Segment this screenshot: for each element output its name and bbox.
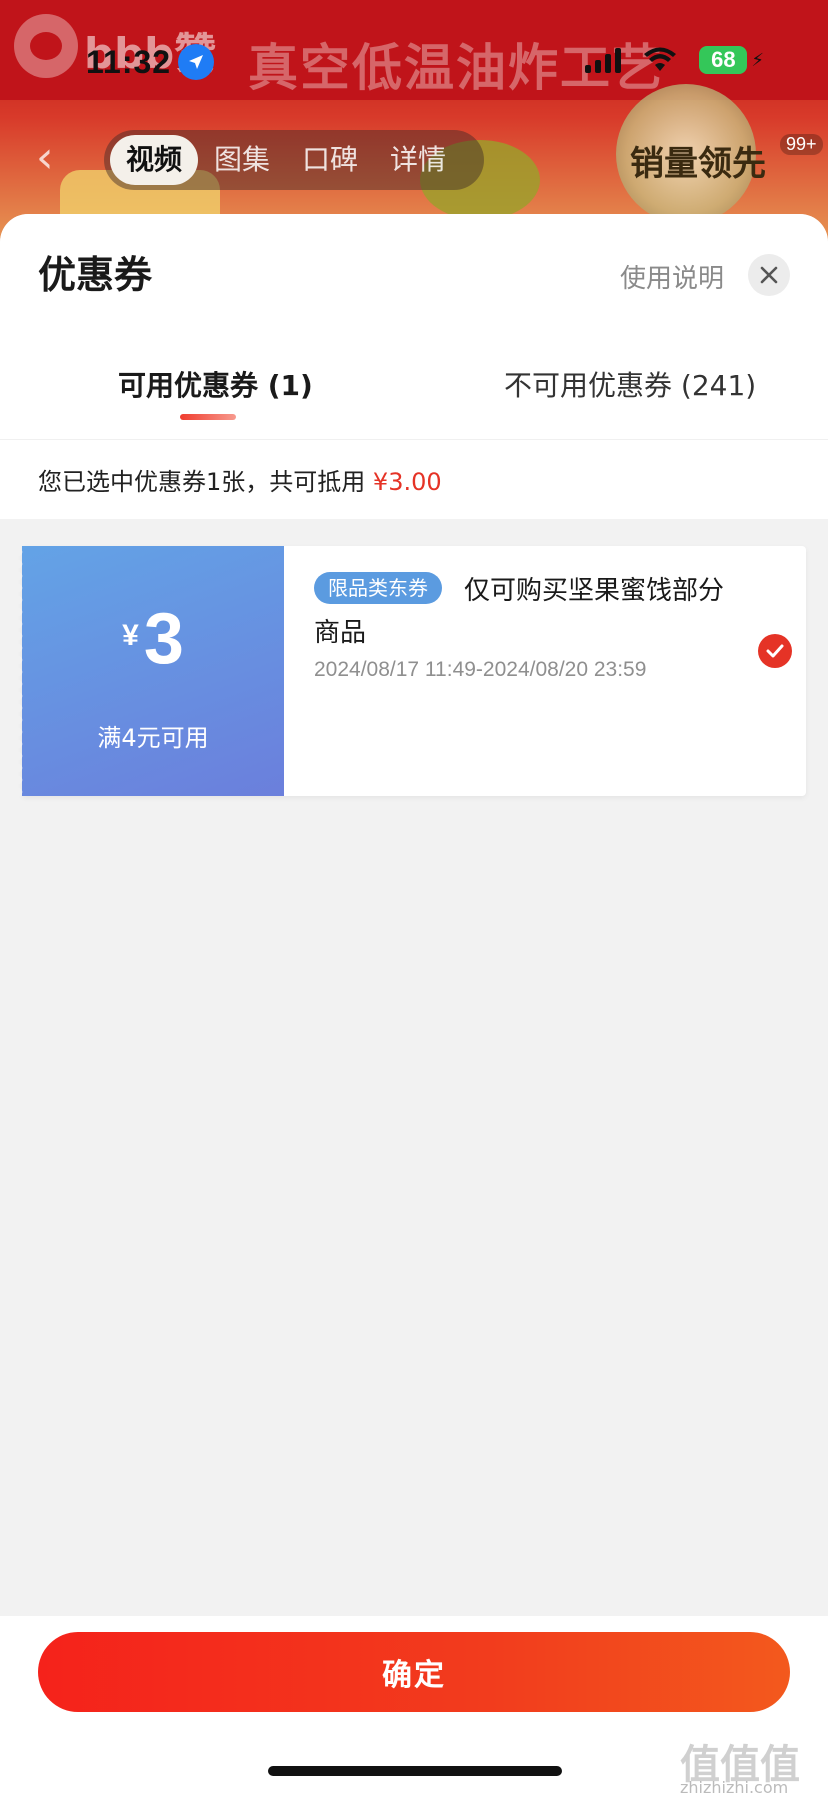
coupon-value: ¥ 3	[22, 598, 284, 680]
wifi-icon	[644, 47, 677, 71]
coupon-category-tag: 限品类东券	[314, 572, 442, 604]
battery-level: 68	[711, 47, 736, 72]
tab-gallery[interactable]: 图集	[198, 135, 286, 185]
close-icon	[760, 266, 778, 284]
location-arrow-icon	[178, 44, 214, 80]
tab-details[interactable]: 详情	[374, 135, 462, 185]
status-time: 11:32	[86, 44, 172, 80]
checkmark-icon	[766, 644, 784, 658]
sheet-title: 优惠券	[38, 253, 153, 297]
summary-text: 您已选中优惠券1张，共可抵用 ¥3.00	[38, 462, 442, 497]
summary-amount: ¥3.00	[372, 468, 442, 496]
coupon-info: 仅可购买坚果蜜饯部分商品 限品类东券 2024/08/17 11:49-2024…	[284, 546, 806, 796]
tab-available-coupons[interactable]: 可用优惠券 (1)	[118, 364, 313, 404]
status-indicators: 68 ⚡	[585, 46, 764, 74]
coupon-validity: 2024/08/17 11:49-2024/08/20 23:59	[314, 658, 647, 681]
charging-bolt-icon: ⚡	[751, 49, 764, 71]
active-tab-indicator	[180, 414, 236, 420]
close-button[interactable]	[748, 254, 790, 296]
back-chevron-icon[interactable]: ‹	[36, 136, 70, 180]
media-tab-bar: 视频 图集 口碑 详情	[104, 130, 484, 190]
coupon-amount: 3	[143, 599, 184, 679]
selection-summary: 您已选中优惠券1张，共可抵用 ¥3.00	[0, 439, 828, 519]
coupon-currency: ¥	[122, 619, 139, 652]
tab-video[interactable]: 视频	[110, 135, 199, 185]
medal-text: 销量领先	[630, 144, 766, 184]
coupon-tabs: 可用优惠券 (1) 不可用优惠券 (241)	[0, 364, 828, 434]
summary-prefix: 您已选中优惠券1张，共可抵用	[38, 468, 366, 496]
usage-instructions-link[interactable]: 使用说明	[620, 258, 724, 295]
coupon-card[interactable]: ¥ 3 满4元可用 仅可购买坚果蜜饯部分商品 限品类东券 2024/08/17 …	[18, 546, 806, 796]
tab-reviews[interactable]: 口碑	[286, 135, 374, 185]
brand-logo-icon	[14, 14, 78, 78]
coupon-value-panel: ¥ 3 满4元可用	[18, 546, 284, 796]
battery-icon: 68	[699, 46, 748, 74]
coupon-selected-checkbox[interactable]	[758, 634, 792, 668]
tab-unavailable-coupons[interactable]: 不可用优惠券 (241)	[504, 364, 756, 404]
coupon-sheet: 优惠券 使用说明 可用优惠券 (1) 不可用优惠券 (241) 您已选中优惠券1…	[0, 214, 828, 1796]
cellular-signal-icon	[585, 47, 622, 73]
notification-badge: 99+	[780, 134, 823, 155]
home-indicator[interactable]	[268, 1766, 562, 1776]
sheet-footer: 确定 值值值 zhizhizhi.com	[0, 1616, 828, 1796]
watermark-site: zhizhizhi.com	[680, 1778, 789, 1796]
confirm-button[interactable]: 确定	[38, 1632, 790, 1712]
coupon-condition: 满4元可用	[97, 724, 209, 752]
sheet-header: 优惠券 使用说明 可用优惠券 (1) 不可用优惠券 (241)	[0, 214, 828, 439]
